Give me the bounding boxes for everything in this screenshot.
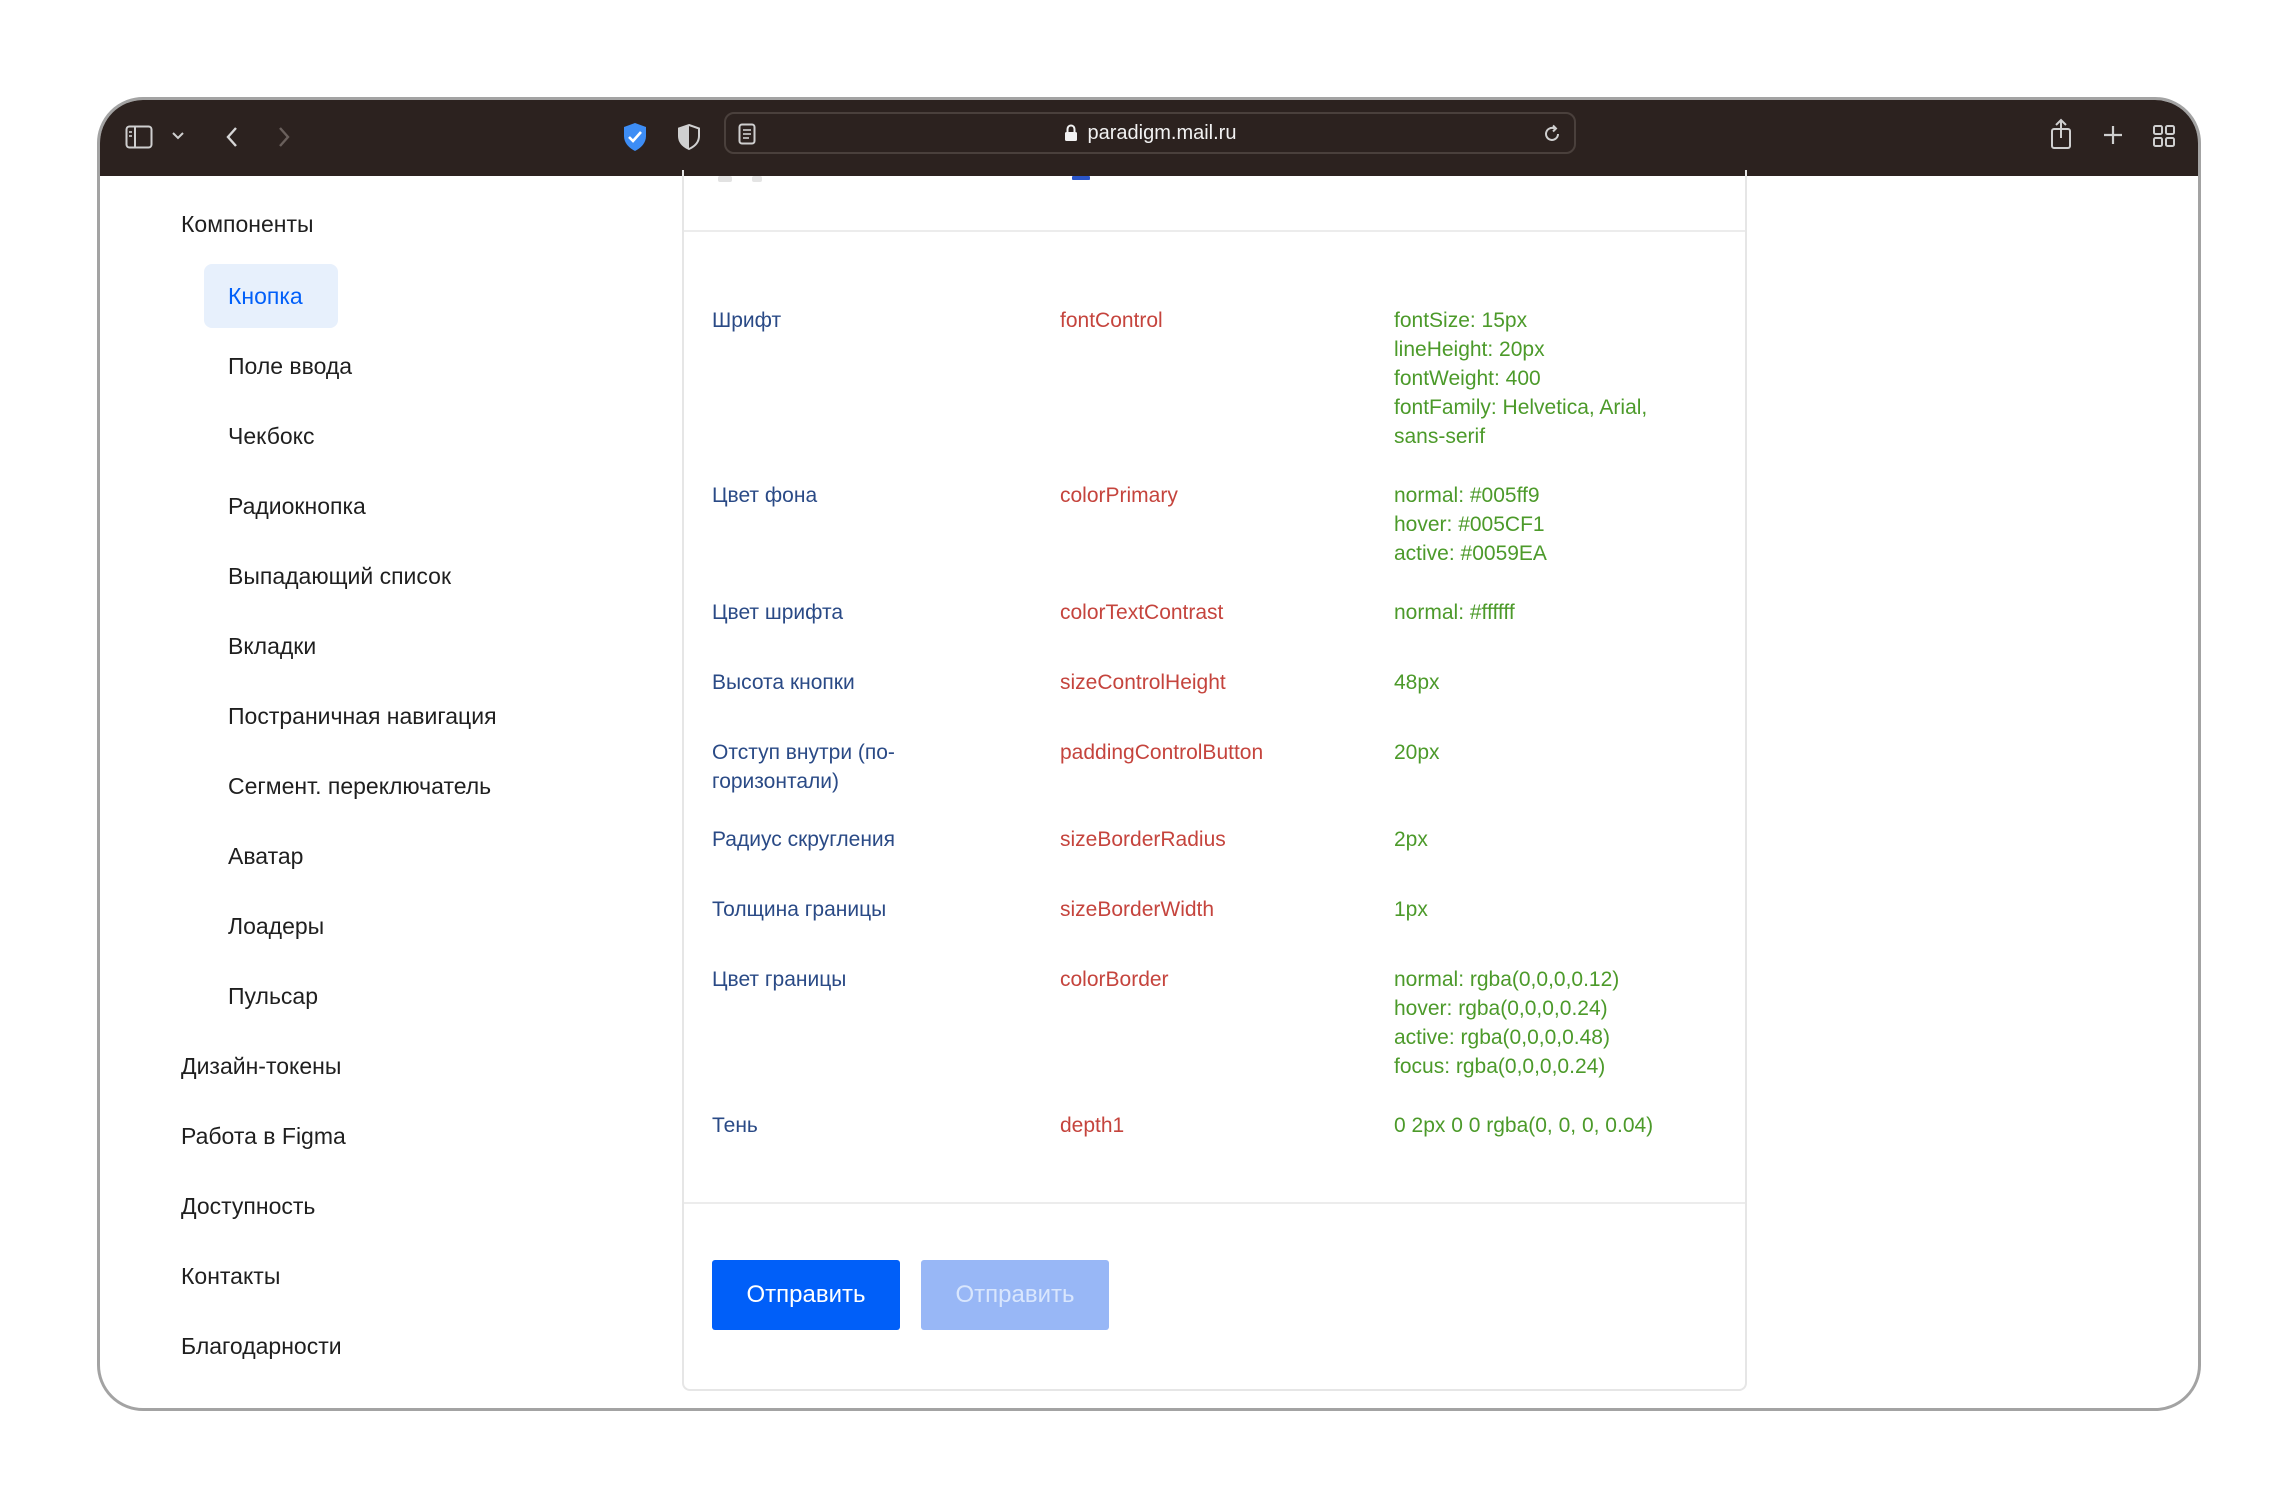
sidebar-item-avatar[interactable]: Аватар (228, 841, 303, 871)
token-row-label: Отступ внутри (по- (712, 741, 895, 764)
token-row-label: Высота кнопки (712, 671, 855, 694)
token-row-name: paddingControlButton (1060, 741, 1264, 764)
sidebar-item-checkbox[interactable]: Чекбокс (228, 421, 314, 451)
shield-check-icon[interactable] (620, 120, 650, 154)
token-row-name: sizeBorderRadius (1060, 828, 1226, 851)
sidebar-item-button[interactable]: Кнопка (228, 281, 303, 311)
token-row-label: Радиус скругления (712, 828, 896, 851)
sidebar-item-pagination[interactable]: Постраничная навигация (228, 701, 497, 731)
sidebar-item-pulsar[interactable]: Пульсар (228, 981, 318, 1011)
token-row-label: Шрифт (712, 309, 782, 332)
sidebar-item-radio[interactable]: Радиокнопка (228, 491, 366, 521)
submit-button[interactable]: Отправить (712, 1260, 900, 1330)
token-row-value: active: #0059EA (1394, 542, 1547, 565)
sidebar-item-loaders[interactable]: Лоадеры (228, 911, 324, 941)
url-text: paradigm.mail.ru (1087, 121, 1237, 144)
sidebar-item-segmented[interactable]: Сегмент. переключатель (228, 771, 491, 801)
tab-overview-icon[interactable] (2150, 122, 2178, 150)
token-row-value: normal: rgba(0,0,0,0.12) (1394, 968, 1620, 991)
reload-icon[interactable] (1540, 122, 1564, 146)
token-row-name: colorTextContrast (1060, 601, 1224, 624)
sidebar-icon[interactable] (124, 122, 154, 152)
privacy-shield-icon[interactable] (674, 120, 704, 154)
token-row-value: normal: #005ff9 (1394, 484, 1540, 507)
address-bar[interactable]: paradigm.mail.ru (724, 112, 1576, 154)
sidebar-section-contacts[interactable]: Контакты (181, 1261, 280, 1291)
sidebar-section-thanks[interactable]: Благодарности (181, 1331, 342, 1361)
token-row-value: hover: rgba(0,0,0,0.24) (1394, 997, 1608, 1020)
token-row-name: sizeControlHeight (1060, 671, 1226, 694)
token-row-value: fontFamily: Helvetica, Arial, (1394, 396, 1648, 419)
token-row-label-continued: горизонтали) (712, 770, 839, 793)
sidebar-section-accessibility[interactable]: Доступность (181, 1191, 315, 1221)
token-row-value: sans-serif (1394, 425, 1486, 448)
token-row-name: colorBorder (1060, 968, 1169, 991)
token-row-value: fontSize: 15px (1394, 309, 1528, 332)
token-row-value: 1px (1394, 898, 1428, 921)
token-row-label: Цвет границы (712, 968, 847, 991)
sidebar-section-design-tokens[interactable]: Дизайн-токены (181, 1051, 341, 1081)
token-row-name: colorPrimary (1060, 484, 1178, 507)
token-row-label: Тень (712, 1114, 758, 1137)
token-row-value: hover: #005CF1 (1394, 513, 1545, 536)
submit-button-disabled: Отправить (921, 1260, 1109, 1330)
token-row-value: 0 2px 0 0 rgba(0, 0, 0, 0.04) (1394, 1114, 1654, 1137)
browser-toolbar: paradigm.mail.ru (100, 100, 2198, 176)
card-divider-top (684, 230, 1745, 232)
token-row-name: fontControl (1060, 309, 1163, 332)
lock-icon (1064, 124, 1078, 142)
cropped-preview-remnant (718, 176, 1090, 182)
token-row-value: 48px (1394, 671, 1440, 694)
page-content: Компоненты Кнопка Поле ввода Чекбокс Рад… (100, 170, 2198, 1408)
token-row-value: 2px (1394, 828, 1428, 851)
sidebar-section-components[interactable]: Компоненты (181, 209, 314, 239)
token-row-name: sizeBorderWidth (1060, 898, 1215, 921)
new-tab-icon[interactable] (2100, 122, 2126, 148)
token-row-value: normal: #ffffff (1394, 601, 1515, 624)
browser-window: paradigm.mail.ru Компоненты Кнопка Поле … (97, 97, 2201, 1411)
back-icon[interactable] (220, 122, 244, 152)
sidebar-item-tabs[interactable]: Вкладки (228, 631, 316, 661)
forward-icon[interactable] (272, 122, 296, 152)
token-row-value: active: rgba(0,0,0,0.48) (1394, 1026, 1610, 1049)
token-row-value: fontWeight: 400 (1394, 367, 1541, 390)
token-row-value: 20px (1394, 741, 1440, 764)
token-row-value: focus: rgba(0,0,0,0.24) (1394, 1055, 1606, 1078)
url-display[interactable]: paradigm.mail.ru (726, 114, 1574, 152)
token-card: Шрифт fontControl fontSize: 15px lineHei… (682, 170, 1747, 1391)
token-row-label: Толщина границы (712, 898, 887, 921)
sidebar-item-input[interactable]: Поле ввода (228, 351, 352, 381)
sidebar-item-dropdown[interactable]: Выпадающий список (228, 561, 451, 591)
token-row-value: lineHeight: 20px (1394, 338, 1545, 361)
token-row-label: Цвет шрифта (712, 601, 844, 624)
share-icon[interactable] (2046, 116, 2076, 152)
card-divider-bottom (684, 1202, 1745, 1204)
token-row-name: depth1 (1060, 1114, 1125, 1137)
sidebar-section-figma[interactable]: Работа в Figma (181, 1121, 346, 1151)
chevron-down-icon[interactable] (170, 128, 186, 144)
token-row-label: Цвет фона (712, 484, 818, 507)
